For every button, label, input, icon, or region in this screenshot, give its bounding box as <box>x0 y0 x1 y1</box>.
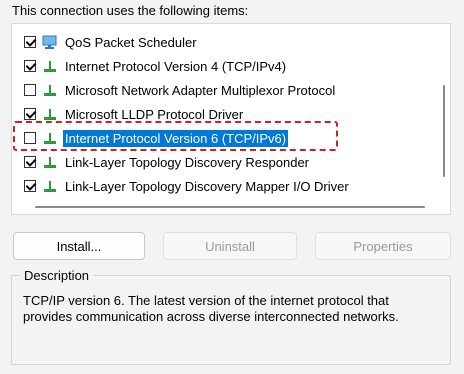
network-protocol-icon <box>42 130 58 146</box>
qos-scheduler-icon <box>42 34 58 50</box>
network-protocol-icon <box>42 106 58 122</box>
network-protocol-icon <box>42 154 58 170</box>
network-protocol-icon <box>42 178 58 194</box>
item-label: Internet Protocol Version 6 (TCP/IPv6) <box>63 129 289 147</box>
list-item-lltd-responder[interactable]: Link-Layer Topology Discovery Responder <box>12 151 432 173</box>
item-checkbox[interactable] <box>24 132 36 144</box>
item-checkbox[interactable] <box>24 36 36 48</box>
item-checkbox[interactable] <box>24 180 36 192</box>
network-protocol-icon <box>42 82 58 98</box>
vertical-scroll-thumb[interactable] <box>443 85 445 177</box>
item-label: Link-Layer Topology Discovery Responder <box>65 154 309 170</box>
list-item-qos-packet-scheduler[interactable]: QoS Packet Scheduler <box>12 31 432 53</box>
vertical-scrollbar[interactable] <box>439 25 449 201</box>
network-protocol-icon <box>42 58 58 74</box>
list-item-network-adapter-multiplexor[interactable]: Microsoft Network Adapter Multiplexor Pr… <box>12 79 432 101</box>
item-checkbox[interactable] <box>24 84 36 96</box>
properties-button[interactable]: Properties <box>315 232 451 260</box>
item-checkbox[interactable] <box>24 108 36 120</box>
install-button[interactable]: Install... <box>13 232 145 260</box>
list-item-lldp-protocol-driver[interactable]: Microsoft LLDP Protocol Driver <box>12 103 432 125</box>
item-checkbox[interactable] <box>24 156 36 168</box>
horizontal-scroll-thumb[interactable] <box>35 206 425 208</box>
list-item-tcp-ipv6[interactable]: Internet Protocol Version 6 (TCP/IPv6) <box>12 127 432 149</box>
item-checkbox[interactable] <box>24 60 36 72</box>
item-label: Link-Layer Topology Discovery Mapper I/O… <box>65 178 349 194</box>
description-text: TCP/IP version 6. The latest version of … <box>23 293 399 324</box>
description-title: Description <box>20 268 94 283</box>
horizontal-scrollbar[interactable] <box>13 201 449 213</box>
item-label: Internet Protocol Version 4 (TCP/IPv4) <box>65 58 287 74</box>
list-item-tcp-ipv4[interactable]: Internet Protocol Version 4 (TCP/IPv4) <box>12 55 432 77</box>
item-label: Microsoft Network Adapter Multiplexor Pr… <box>65 82 336 98</box>
item-label: Microsoft LLDP Protocol Driver <box>65 106 244 122</box>
item-label: QoS Packet Scheduler <box>65 34 197 50</box>
items-label: This connection uses the following items… <box>12 3 249 18</box>
uninstall-button[interactable]: Uninstall <box>163 232 297 260</box>
components-list[interactable]: QoS Packet Scheduler Internet Protocol V… <box>11 23 451 215</box>
list-item-lltd-mapper[interactable]: Link-Layer Topology Discovery Mapper I/O… <box>12 175 432 197</box>
